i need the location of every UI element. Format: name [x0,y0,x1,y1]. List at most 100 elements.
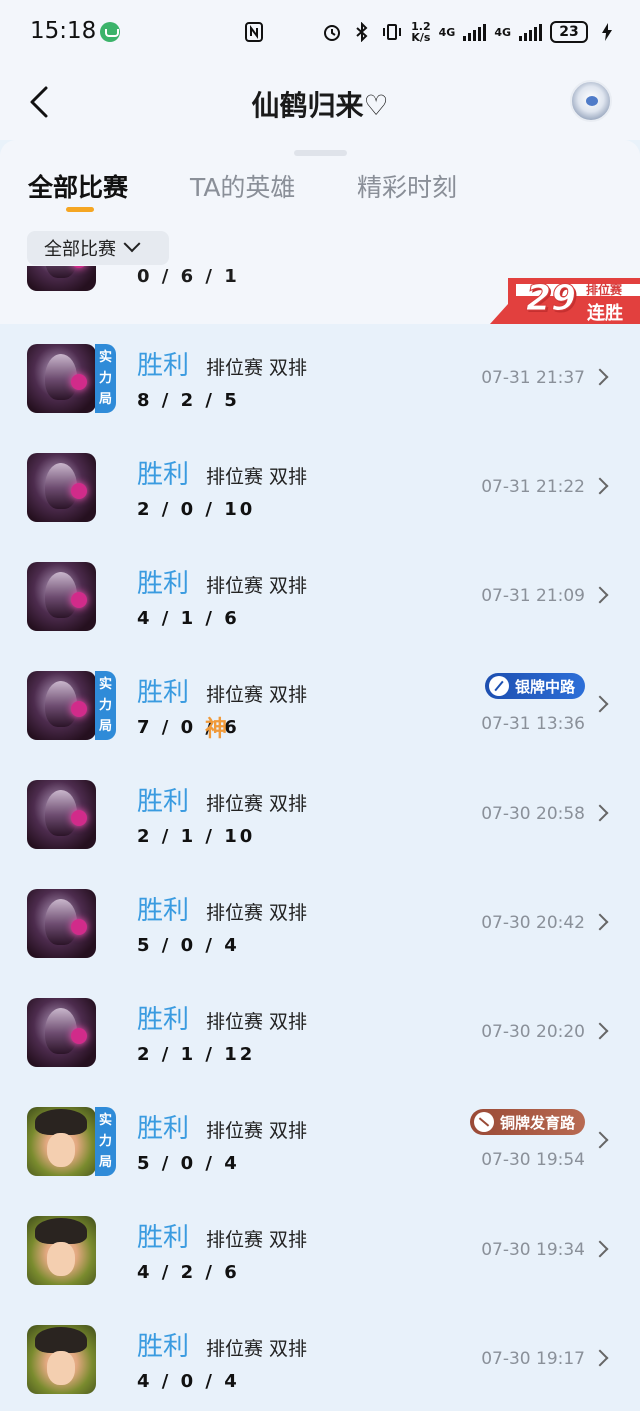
charging-icon [596,21,618,43]
match-mode: 排位赛 双排 [206,1229,308,1251]
match-time: 07-31 21:22 [481,477,585,497]
kda: 5 / 0 / 4 [137,935,240,956]
hero-portrait [27,266,96,291]
list-item[interactable]: 实力局 胜利 排位赛 双排 8 / 2 / 5 07-31 21:37 [0,324,640,433]
network-type-2: 4G [494,25,511,39]
streak-count: 29 [525,278,577,320]
match-mode: 排位赛 双排 [206,793,308,815]
match-result: 胜利 [137,1223,190,1253]
mvp-god-mark: 神 [205,717,228,742]
kda: 2 / 1 / 12 [137,1044,256,1065]
chevron-right-icon [591,913,609,931]
tag-char: 力 [98,371,112,386]
streak-mode: 排位赛 [586,283,623,297]
tag-char: 局 [98,719,112,734]
bluetooth-icon [351,21,373,43]
match-time: 07-30 19:34 [481,1240,585,1260]
page-title: 仙鹤归来♡ [251,89,389,122]
match-result: 胜利 [137,1114,190,1144]
signal-icon [519,23,542,41]
status-bar: 15:18 1.2 K/s 4G 4G 23 [0,0,640,66]
chevron-right-icon [591,804,609,822]
tag-char: 力 [98,1134,112,1149]
chevron-right-icon [591,1349,609,1367]
tag-char: 局 [98,1155,112,1170]
tab-bar: 全部比赛 TA的英雄 精彩时刻 [0,168,640,218]
match-list: 实力局 胜利 排位赛 双排 8 / 2 / 5 07-31 21:37 胜利 排… [0,324,640,1411]
match-result: 胜利 [137,1332,190,1362]
match-result: 胜利 [137,1005,190,1035]
list-item[interactable]: 胜利 排位赛 双排 2 / 0 / 10 07-31 21:22 [0,433,640,542]
match-result: 胜利 [137,351,190,381]
hero-portrait [27,671,96,740]
chevron-right-icon [591,1131,609,1149]
drag-handle[interactable] [294,150,347,156]
chevron-right-icon [591,368,609,386]
hero-portrait [27,1107,96,1176]
hero-portrait [27,562,96,631]
lane-rank-badge: 银牌中路 [484,673,585,699]
tab-heroes[interactable]: TA的英雄 [190,168,295,204]
chevron-right-icon [591,477,609,495]
list-item[interactable]: 实力局 胜利 排位赛 双排 7 / 0 / 6 神 银牌中路 07-31 13:… [0,651,640,760]
list-item[interactable]: 胜利 排位赛 双排 4 / 1 / 6 07-31 21:09 [0,542,640,651]
kda: 0 / 6 / 1 [137,266,240,287]
kda: 2 / 1 / 10 [137,826,256,847]
win-streak-badge: 29 排位赛 连胜 [490,278,640,324]
match-time: 07-31 21:09 [481,586,585,606]
match-filter-dropdown[interactable]: 全部比赛 [27,231,169,265]
match-time: 07-30 20:58 [481,804,585,824]
streak-label: 连胜 [587,303,623,324]
app-notification-icon [100,22,120,42]
match-mode: 排位赛 双排 [206,1011,308,1033]
match-mode: 排位赛 双排 [206,357,308,379]
hero-portrait [27,889,96,958]
list-item[interactable]: 胜利 排位赛 双排 2 / 1 / 12 07-30 20:20 [0,978,640,1087]
battery-indicator: 23 [550,21,588,43]
chevron-right-icon [591,1022,609,1040]
list-item[interactable]: 胜利 排位赛 双排 4 / 2 / 6 07-30 19:34 [0,1196,640,1305]
hero-portrait [27,453,96,522]
farm-lane-icon [473,1112,494,1132]
status-icons: 1.2 K/s 4G 4G 23 [243,16,618,48]
strength-match-tag: 实力局 [95,344,116,413]
match-time: 07-31 21:37 [481,368,585,388]
chevron-down-icon [123,235,141,253]
tag-char: 实 [98,677,112,692]
list-item[interactable]: 胜利 排位赛 双排 5 / 0 / 4 07-30 20:42 [0,869,640,978]
tag-char: 实 [98,1113,112,1128]
speed-unit: K/s [411,31,431,44]
chevron-right-icon [591,1240,609,1258]
match-time: 07-30 20:20 [481,1022,585,1042]
tab-all-matches[interactable]: 全部比赛 [28,168,128,204]
kda: 8 / 2 / 5 [137,390,240,411]
match-mode: 排位赛 双排 [206,684,308,706]
network-speed: 1.2 K/s [411,21,431,43]
list-item[interactable]: 胜利 排位赛 双排 4 / 0 / 4 07-30 19:17 [0,1305,640,1411]
badge-label: 铜牌发育路 [499,1113,575,1132]
signal-icon [463,23,487,41]
hero-portrait [27,998,96,1067]
hero-portrait [27,344,96,413]
match-time: 07-30 19:17 [481,1349,585,1369]
active-tab-indicator [66,207,94,212]
tag-char: 实 [98,350,112,365]
vibrate-icon [381,21,403,43]
match-time: 07-30 19:54 [481,1150,585,1170]
match-mode: 排位赛 双排 [206,1338,308,1360]
list-item[interactable]: 实力局 胜利 排位赛 双排 5 / 0 / 4 铜牌发育路 07-30 19:5… [0,1087,640,1196]
strength-match-tag: 实力局 [95,671,116,740]
hero-portrait [27,780,96,849]
match-result: 胜利 [137,569,190,599]
kda: 2 / 0 / 10 [137,499,256,520]
network-type-1: 4G [438,25,456,39]
chevron-right-icon [591,695,609,713]
tag-char: 局 [98,392,112,407]
match-mode: 排位赛 双排 [206,1120,308,1142]
match-time: 07-31 13:36 [481,714,585,734]
avatar[interactable] [570,80,612,122]
list-item[interactable]: 胜利 排位赛 双排 2 / 1 / 10 07-30 20:58 [0,760,640,869]
badge-label: 银牌中路 [514,677,575,696]
tab-highlights[interactable]: 精彩时刻 [357,168,457,204]
hero-portrait [27,1325,96,1394]
